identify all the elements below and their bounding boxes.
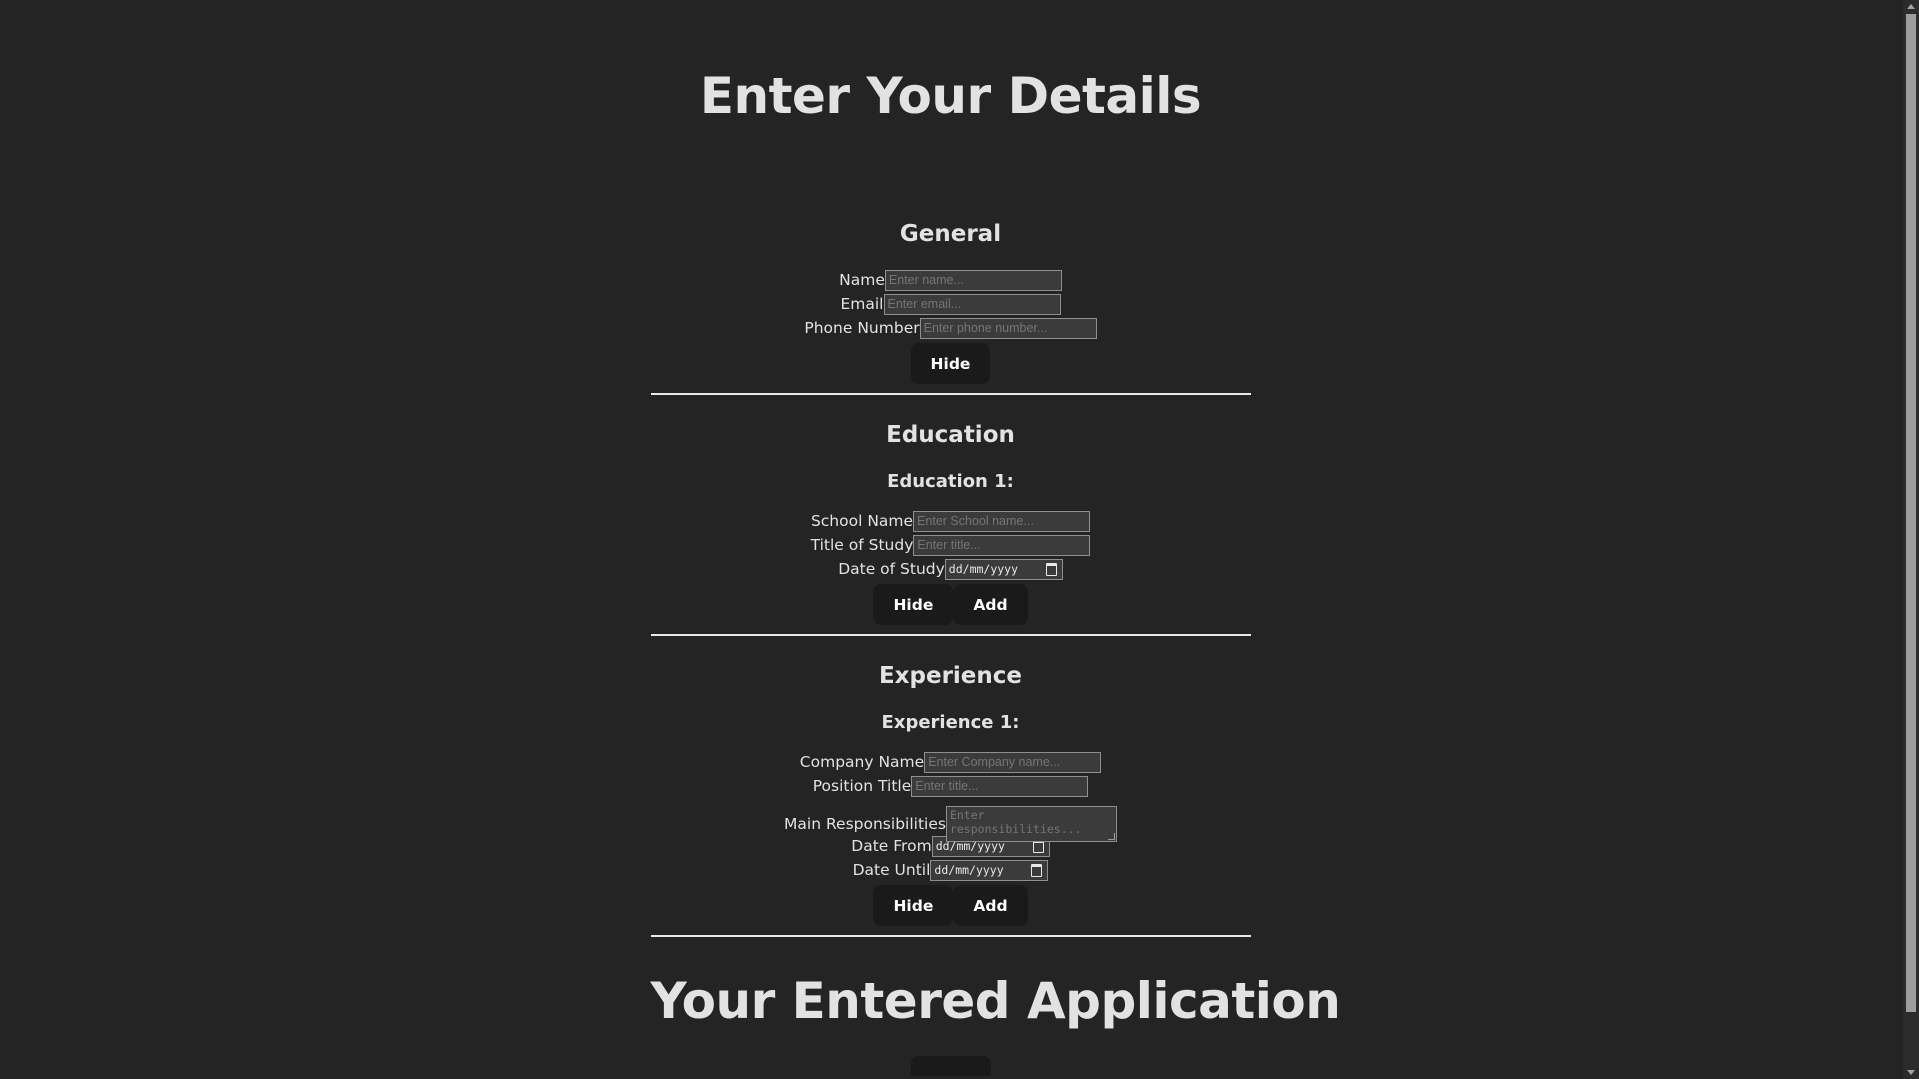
scrollbar-thumb[interactable] [1906, 14, 1916, 1012]
company-field-row: Company Name Enter Company name... [651, 750, 1251, 774]
scroll-down-arrow-icon[interactable] [1907, 1070, 1915, 1075]
education-buttons: Hide Add [651, 584, 1251, 625]
study-title-field-row: Title of Study Enter title... [651, 533, 1251, 557]
scroll-up-arrow-icon[interactable] [1907, 4, 1915, 9]
date-until-label: Date Until [852, 861, 931, 879]
position-label: Position Title [812, 777, 912, 795]
general-buttons: Hide [651, 343, 1251, 384]
email-input[interactable]: Enter email... [883, 293, 1061, 315]
company-input[interactable]: Enter Company name... [924, 751, 1102, 773]
school-field-row: School Name Enter School name... [651, 509, 1251, 533]
position-input[interactable]: Enter title... [911, 775, 1089, 797]
general-heading: General [899, 221, 1002, 247]
experience-hide-button[interactable]: Hide [873, 885, 954, 926]
vertical-scrollbar[interactable] [1903, 0, 1919, 1079]
email-field-row: Email Enter email... [651, 292, 1251, 316]
study-title-label: Title of Study [810, 536, 914, 554]
page-viewport: Enter Your Details General Name Enter na… [0, 0, 1903, 1079]
education-section: Education Education 1: School Name Enter… [650, 395, 1251, 636]
responsibilities-textarea[interactable]: Enter responsibilities... [945, 806, 1117, 842]
phone-field-row: Phone Number Enter phone number... [651, 316, 1251, 340]
education-hide-button[interactable]: Hide [873, 584, 954, 625]
page-title: Enter Your Details [699, 67, 1202, 125]
date-until-value: dd/mm/yyyy [934, 862, 1004, 877]
experience-add-button[interactable]: Add [953, 885, 1028, 926]
app-container: Enter Your Details General Name Enter na… [650, 0, 1341, 1076]
school-input[interactable]: Enter School name... [913, 510, 1091, 532]
general-hide-button[interactable]: Hide [910, 343, 991, 384]
application-button-partial[interactable] [910, 1056, 991, 1076]
experience-section: Experience Experience 1: Company Name En… [650, 636, 1251, 937]
application-title: Your Entered Application [650, 972, 1341, 1030]
study-date-field-row: Date of Study dd/mm/yyyy [651, 557, 1251, 581]
company-label: Company Name [799, 753, 925, 771]
education-add-button[interactable]: Add [953, 584, 1028, 625]
position-field-row: Position Title Enter title... [651, 774, 1251, 798]
school-label: School Name [810, 512, 914, 530]
study-title-input[interactable]: Enter title... [913, 534, 1091, 556]
name-input[interactable]: Enter name... [884, 269, 1062, 291]
study-date-input[interactable]: dd/mm/yyyy [944, 558, 1063, 580]
responsibilities-field-row: Main Responsibilities Enter responsibili… [651, 798, 1251, 842]
responsibilities-label: Main Responsibilities [784, 815, 946, 833]
education-heading: Education [886, 422, 1015, 448]
experience-entry-heading: Experience 1: [881, 712, 1020, 733]
education-entry-heading: Education 1: [887, 471, 1014, 492]
experience-buttons: Hide Add [651, 885, 1251, 926]
date-until-field-row: Date Until dd/mm/yyyy [651, 858, 1251, 882]
date-from-label: Date From [851, 837, 932, 855]
general-section: General Name Enter name... Email Enter e… [650, 126, 1251, 395]
name-field-row: Name Enter name... [651, 268, 1251, 292]
phone-label: Phone Number [804, 319, 920, 337]
study-date-value: dd/mm/yyyy [948, 561, 1019, 576]
phone-input[interactable]: Enter phone number... [919, 317, 1097, 339]
resize-handle-icon[interactable] [1107, 833, 1115, 840]
calendar-icon[interactable] [1045, 562, 1057, 576]
study-date-label: Date of Study [838, 560, 945, 578]
name-label: Name [839, 271, 885, 289]
date-until-input[interactable]: dd/mm/yyyy [930, 859, 1049, 881]
email-label: Email [840, 295, 884, 313]
responsibilities-placeholder: Enter responsibilities... [949, 808, 1082, 836]
calendar-icon[interactable] [1031, 863, 1043, 877]
experience-heading: Experience [878, 663, 1023, 689]
